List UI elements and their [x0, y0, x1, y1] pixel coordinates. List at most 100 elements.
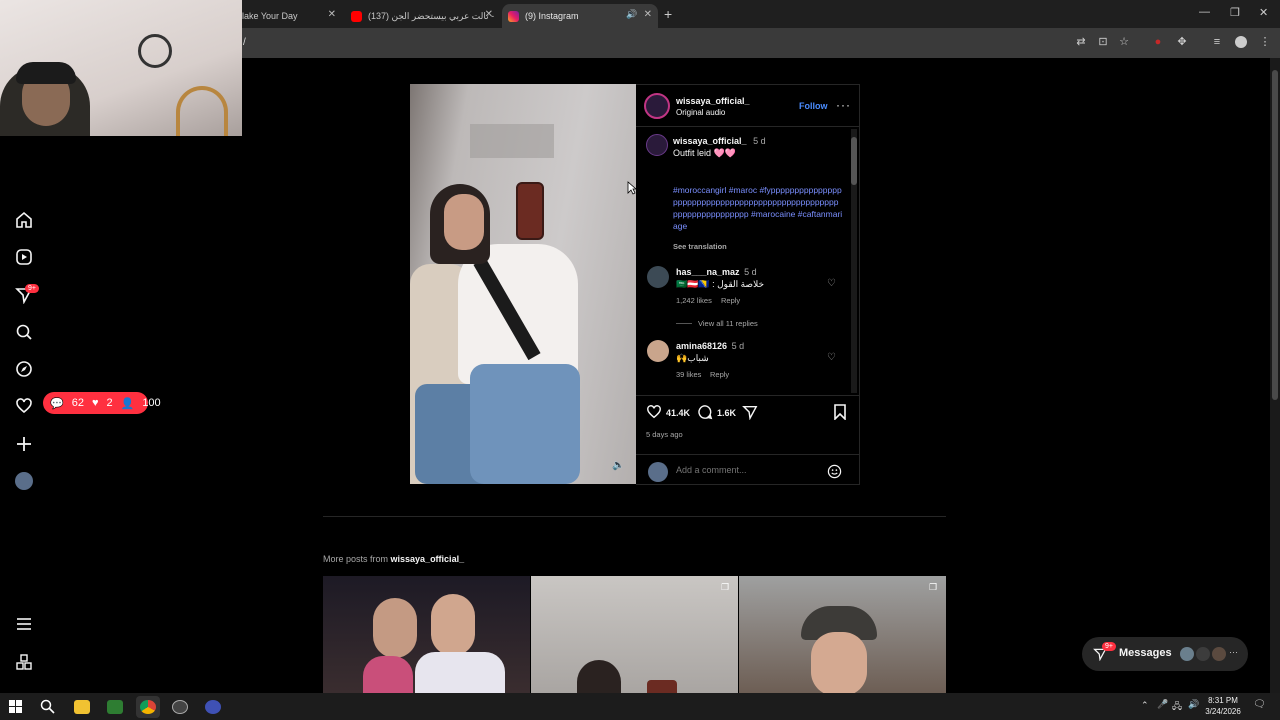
see-translation-link[interactable]: See translation	[673, 242, 727, 251]
more-post-thumbnail[interactable]: ❐	[531, 576, 738, 693]
comment-icon[interactable]	[697, 404, 713, 420]
commenter-avatar[interactable]	[647, 266, 669, 288]
microphone-icon[interactable]: 🎤	[1157, 699, 1168, 710]
comment-like-icon[interactable]: ♡	[827, 278, 836, 289]
headphones	[16, 62, 76, 84]
post-details-panel: wissaya_official_ Original audio Follow …	[636, 84, 860, 485]
comment-text: 🙌شباب	[676, 353, 709, 363]
likes-count[interactable]: 41.4K	[666, 408, 690, 418]
caption-username[interactable]: wissaya_official_	[673, 136, 747, 146]
commenter-avatar[interactable]	[647, 340, 669, 362]
like-heart-icon[interactable]	[646, 404, 662, 420]
more-menu-icon[interactable]	[15, 615, 33, 633]
network-icon[interactable]: 🖧	[1172, 699, 1182, 715]
create-plus-icon[interactable]	[15, 435, 33, 453]
activity-summary-pill[interactable]: 💬 62 ♥ 2 👤 100	[43, 392, 161, 414]
messages-button[interactable]: 9+ Messages ···	[1082, 637, 1248, 671]
windows-start-icon[interactable]	[9, 700, 22, 713]
extensions-puzzle-icon[interactable]: ✥	[1176, 36, 1188, 48]
more-post-thumbnail[interactable]	[323, 576, 530, 693]
caption-hashtags[interactable]: #moroccangirl #maroc #fypppppppppppppppp…	[673, 184, 843, 232]
comment-likes[interactable]: 1,242 likes	[676, 296, 712, 305]
notification-badge: 9+	[25, 284, 39, 293]
extension-icon[interactable]: ●	[1152, 36, 1164, 48]
original-audio-link[interactable]: Original audio	[676, 108, 725, 117]
install-app-icon[interactable]: ⊡	[1097, 36, 1109, 48]
speaker-icon[interactable]: 🔊	[626, 9, 637, 20]
system-clock[interactable]: 8:31 PM 3/24/2026	[1198, 695, 1248, 717]
view-replies-link[interactable]: View all 11 replies	[698, 319, 758, 328]
tab-title: (9) Instagram	[525, 11, 579, 21]
carousel-icon: ❐	[929, 582, 938, 592]
emoji-icon[interactable]	[827, 464, 842, 479]
app-icon[interactable]	[205, 700, 221, 714]
profile-avatar[interactable]	[15, 472, 33, 490]
address-bar[interactable]: /	[243, 37, 246, 48]
close-tab-icon[interactable]: ✕	[328, 9, 336, 20]
comments-scroll-thumb[interactable]	[851, 137, 857, 185]
commenter-username[interactable]: has___na_maz	[676, 267, 740, 277]
clock-time: 8:31 PM	[1208, 696, 1238, 705]
tab-title: lake Your Day	[242, 11, 298, 21]
search-icon[interactable]	[40, 699, 55, 714]
author-avatar[interactable]	[644, 93, 670, 119]
more-options-icon[interactable]: ···	[836, 98, 851, 112]
restore-icon[interactable]: ❐	[1230, 6, 1240, 19]
more-posts-username[interactable]: wissaya_official_	[391, 554, 465, 564]
comment-icon: 💬	[50, 397, 64, 410]
close-tab-icon[interactable]: ✕	[644, 9, 652, 20]
comment-likes[interactable]: 39 likes	[676, 370, 701, 379]
my-avatar	[648, 462, 668, 482]
reply-button[interactable]: Reply	[721, 296, 740, 305]
more-contacts-icon: ···	[1229, 647, 1238, 657]
close-window-icon[interactable]: ✕	[1259, 6, 1268, 19]
reply-button[interactable]: Reply	[710, 370, 729, 379]
store-icon[interactable]	[107, 700, 123, 714]
tab-instagram[interactable]: (9) Instagram 🔊 ✕	[502, 4, 658, 28]
post-video[interactable]	[410, 84, 636, 484]
chair	[176, 86, 228, 136]
contact-avatar	[1196, 647, 1210, 661]
post-action-bar: 41.4K 1.6K 5 days ago	[636, 395, 860, 485]
media-control-icon[interactable]: ≡	[1211, 36, 1223, 48]
app-icon[interactable]	[172, 700, 188, 714]
webcam-overlay	[0, 0, 242, 136]
tab-youtube[interactable]: (137) تالت عربي بيستحضر الجن - ✕	[345, 4, 499, 28]
follow-button[interactable]: Follow	[799, 101, 828, 111]
like-icon: ♥	[91, 397, 99, 409]
comment-like-icon[interactable]: ♡	[827, 352, 836, 363]
comment-bar	[636, 454, 860, 486]
share-icon[interactable]	[742, 404, 758, 420]
posted-time: 5 days ago	[646, 430, 683, 439]
commenter-username[interactable]: amina68126	[676, 341, 727, 351]
explore-icon[interactable]	[15, 360, 33, 378]
chrome-icon[interactable]	[140, 700, 156, 714]
clock-date: 3/24/2026	[1205, 707, 1241, 716]
reels-icon[interactable]	[15, 248, 33, 266]
save-bookmark-icon[interactable]	[833, 404, 847, 420]
search-icon[interactable]	[15, 323, 33, 341]
file-explorer-icon[interactable]	[74, 700, 90, 714]
close-tab-icon[interactable]: ✕	[485, 9, 493, 20]
volume-icon[interactable]: 🔈	[612, 460, 624, 471]
page-scroll-thumb[interactable]	[1272, 70, 1278, 400]
notification-center-icon[interactable]: 🗨	[1253, 699, 1266, 710]
home-icon[interactable]	[15, 211, 33, 229]
more-posts-heading: More posts from wissaya_official_	[323, 554, 464, 564]
chrome-menu-icon[interactable]: ⋮	[1259, 36, 1271, 48]
translate-icon[interactable]: ⇄	[1075, 36, 1087, 48]
new-tab-icon[interactable]: +	[664, 6, 672, 22]
tray-chevron-icon[interactable]: ⌃	[1141, 700, 1149, 711]
profile-avatar[interactable]	[1235, 36, 1247, 48]
bookmark-star-icon[interactable]: ☆	[1118, 36, 1130, 48]
minimize-icon[interactable]: —	[1199, 6, 1210, 18]
comments-count[interactable]: 1.6K	[717, 408, 736, 418]
caption-avatar[interactable]	[646, 134, 668, 156]
more-post-thumbnail[interactable]: ❐	[739, 576, 946, 693]
tab-make-your-day[interactable]: lake Your Day ✕	[242, 4, 342, 28]
notifications-heart-icon[interactable]	[15, 397, 33, 415]
add-comment-input[interactable]	[676, 465, 816, 475]
caption-username-row: wissaya_official_ 5 d	[673, 136, 766, 146]
also-from-meta-icon[interactable]	[15, 653, 33, 671]
author-username[interactable]: wissaya_official_	[676, 96, 750, 106]
